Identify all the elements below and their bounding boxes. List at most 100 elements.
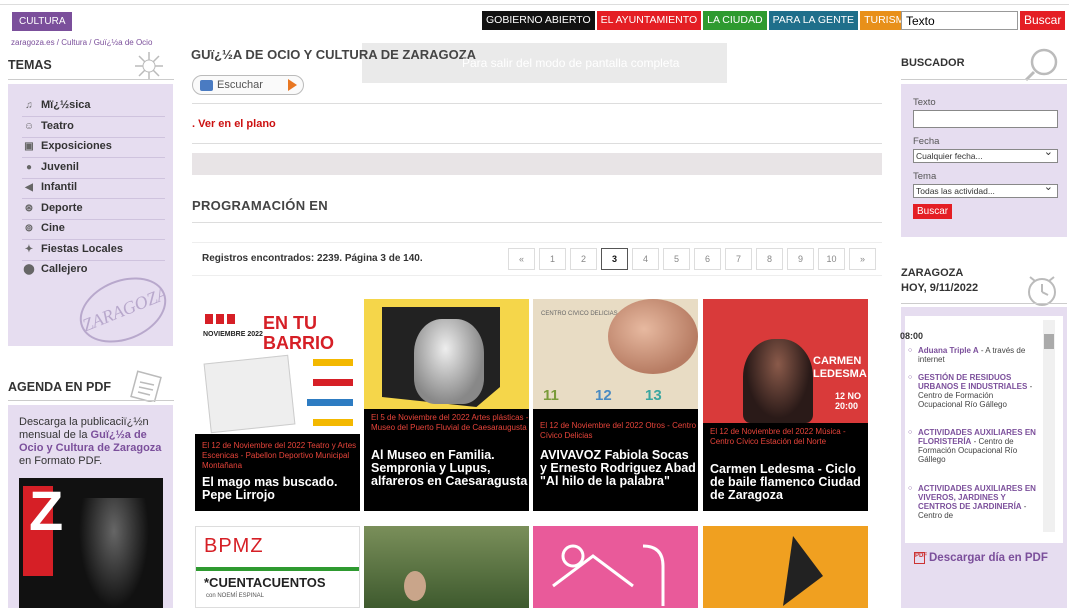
pdf-icon: PDF (914, 552, 927, 564)
texto-label: Texto (913, 97, 936, 108)
agenda-item[interactable]: ACTIVIDADES AUXILIARES EN FLORISTERÍA - … (908, 428, 1038, 464)
sidebar-item-infantil[interactable]: ◀ Infantil (22, 181, 77, 193)
sidebar-item-cine[interactable]: ⊚ Cine (22, 222, 65, 234)
event-card[interactable] (533, 526, 698, 608)
sidebar-item-musica[interactable]: ♫ Mï¿½sica (22, 99, 90, 111)
pager-page[interactable]: 2 (570, 248, 597, 270)
divider (192, 222, 882, 223)
fullscreen-hint: Para salir del modo de pantalla completa (362, 43, 727, 83)
divider (8, 400, 174, 401)
event-image (364, 299, 529, 409)
records-count: Registros encontrados: 2239. Página 3 de… (202, 253, 423, 264)
magnifier-icon (1024, 48, 1058, 82)
pager-page[interactable]: 10 (818, 248, 845, 270)
fecha-select[interactable]: Cualquier fecha... (913, 146, 1058, 163)
pager-next[interactable]: » (849, 248, 876, 270)
pager-prev[interactable]: « (508, 248, 535, 270)
film-icon: ⊚ (24, 222, 34, 234)
event-image: CARMEN LEDESMA 12 NO 20:00 (703, 299, 868, 423)
agenda-time: 08:00 (900, 331, 924, 341)
buscar-button[interactable]: Buscar (913, 204, 953, 219)
sidebar-item-teatro[interactable]: ☺ Teatro (22, 120, 74, 132)
music-icon: ♫ (25, 99, 33, 111)
listen-button[interactable]: Escuchar (192, 75, 304, 95)
document-icon (130, 370, 162, 402)
info-bar (192, 153, 882, 175)
divider (22, 157, 165, 158)
sidebar-item-deporte[interactable]: ⊛ Deporte (22, 202, 83, 214)
scroll-thumb[interactable] (1044, 334, 1054, 349)
event-card[interactable]: El 5 de Noviembre del 2022 Artes plástic… (364, 299, 529, 511)
illustration-icon (783, 536, 823, 606)
divider (22, 116, 165, 117)
event-card[interactable]: NOVIEMBRE 2022 EN TU BARRIO El 12 de Nov… (195, 299, 360, 511)
sidebar-item-fiestas[interactable]: ✦ Fiestas Locales (22, 243, 123, 255)
agenda-item[interactable]: ACTIVIDADES AUXILIARES EN VIVEROS, JARDI… (908, 484, 1038, 520)
tema-label: Tema (913, 171, 937, 182)
illustration-icon (552, 544, 665, 606)
event-card[interactable] (703, 526, 868, 608)
agenda-item[interactable]: GESTIÓN DE RESIDUOS URBANOS E INDUSTRIAL… (908, 373, 1038, 409)
child-icon: ◀ (25, 181, 33, 193)
tema-select[interactable]: Todas las actividad... (913, 181, 1058, 198)
pager-page[interactable]: 8 (756, 248, 783, 270)
fecha-label: Fecha (913, 136, 940, 147)
nav-ciudad[interactable]: LA CIUDAD (703, 11, 767, 30)
agenda-pdf-title: AGENDA EN PDF (8, 380, 112, 394)
agenda-cover-image[interactable]: Z (19, 478, 163, 608)
event-meta: El 12 de Noviembre del 2022 Otros - Cent… (540, 421, 697, 440)
event-image: NOVIEMBRE 2022 EN TU BARRIO (195, 299, 360, 434)
event-title: Al Museo en Familia. Sempronia y Lupus, … (371, 448, 528, 488)
play-icon (288, 79, 297, 91)
divider (901, 303, 1067, 304)
divider (22, 239, 165, 240)
ball-icon: ⊛ (24, 202, 34, 214)
breadcrumb[interactable]: zaragoza.es / Cultura / Guï¿½a de Ocio (11, 38, 152, 47)
divider (22, 137, 165, 138)
nav-para-la-gente[interactable]: PARA LA GENTE (768, 11, 859, 30)
pager-page[interactable]: 5 (663, 248, 690, 270)
pager-page[interactable]: 9 (787, 248, 814, 270)
agenda-scrollbar[interactable] (1043, 320, 1055, 532)
sun-icon (135, 52, 163, 80)
event-title: AVIVAVOZ Fabiola Socas y Ernesto Rodrigu… (540, 448, 696, 488)
theater-icon: ☺ (23, 120, 35, 132)
sidebar-item-callejero[interactable]: ⬤ Callejero (22, 263, 87, 275)
download-pdf-link[interactable]: PDF Descargar día en PDF (914, 552, 1048, 564)
event-meta: El 12 de Noviembre del 2022 Teatro y Art… (202, 441, 357, 470)
pager-page[interactable]: 4 (632, 248, 659, 270)
event-meta: El 12 de Noviembre del 2022 Música - Cen… (710, 427, 846, 446)
divider (22, 178, 165, 179)
divider (22, 219, 165, 220)
divider (8, 79, 174, 80)
top-search-button[interactable]: Buscar (1020, 11, 1066, 30)
event-image: CENTRO CIVICO DELICIAS 11 12 13 (533, 299, 698, 409)
pager-page[interactable]: 1 (539, 248, 566, 270)
pager-page[interactable]: 6 (694, 248, 721, 270)
event-card[interactable]: BPMZ *CUENTACUENTOS con NOEMÍ ESPINAL (195, 526, 360, 608)
event-card[interactable] (364, 526, 529, 608)
pager-current[interactable]: 3 (601, 248, 628, 270)
map-link[interactable]: . Ver en el plano (192, 118, 276, 130)
youth-icon: ● (25, 161, 33, 173)
event-title: Carmen Ledesma - Ciclo de baile flamenco… (710, 462, 861, 502)
pin-icon: ⬤ (23, 263, 35, 275)
event-card[interactable]: CARMEN LEDESMA 12 NO 20:00 El 12 de Novi… (703, 299, 868, 511)
speaker-icon (200, 79, 213, 91)
top-search-input[interactable] (901, 11, 1018, 30)
pager-page[interactable]: 7 (725, 248, 752, 270)
texto-input[interactable] (913, 110, 1058, 128)
hoy-title-line2: HOY, 9/11/2022 (901, 282, 979, 294)
buscador-title: BUSCADOR (901, 57, 965, 69)
nav-ayuntamiento[interactable]: EL AYUNTAMIENTO (596, 11, 702, 30)
event-card[interactable]: CENTRO CIVICO DELICIAS 11 12 13 El 12 de… (533, 299, 698, 511)
agenda-item[interactable]: Aduana Triple A - A través de internet (908, 346, 1038, 364)
divider (192, 143, 882, 144)
top-nav: GOBIERNO ABIERTO EL AYUNTAMIENTO LA CIUD… (482, 11, 917, 30)
sidebar-item-juvenil[interactable]: ● Juvenil (22, 161, 79, 173)
section-tag[interactable]: CULTURA (12, 12, 73, 31)
nav-gobierno-abierto[interactable]: GOBIERNO ABIERTO (482, 11, 595, 30)
temas-title: TEMAS (8, 58, 52, 72)
event-title: El mago mas buscado. Pepe Lirrojo (202, 475, 338, 502)
sidebar-item-exposiciones[interactable]: ▣ Exposiciones (22, 140, 112, 152)
